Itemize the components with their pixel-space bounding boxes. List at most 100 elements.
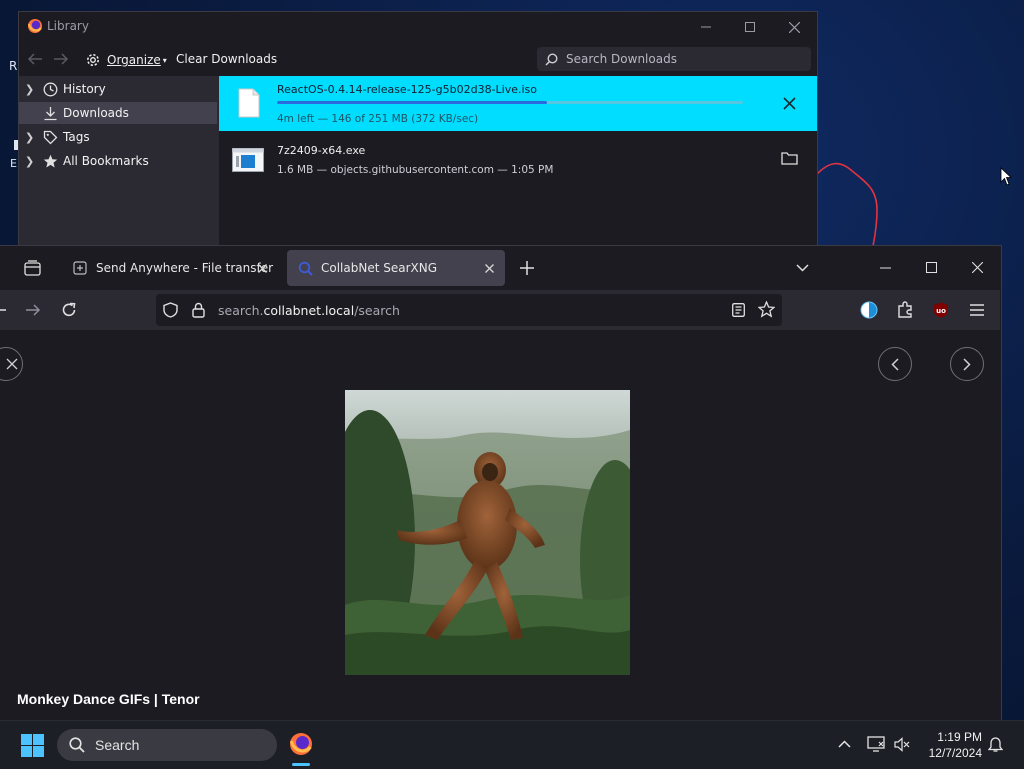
lock-icon[interactable] [192, 302, 205, 318]
desktop-icon-label: R [9, 59, 18, 73]
back-arrow-icon [0, 309, 6, 311]
taskbar: Search 1:19 PM 12/7/2024 [0, 720, 1024, 769]
chevron-right-icon[interactable]: ❯ [25, 155, 41, 168]
firefox-view-icon [24, 260, 41, 276]
red-annotation-stroke [816, 162, 878, 247]
download-status: 1.6 MB — objects.githubusercontent.com —… [277, 164, 554, 176]
active-app-indicator [292, 763, 310, 766]
gear-icon [87, 54, 99, 66]
star-outline-icon [758, 301, 775, 318]
download-progress-fill [277, 101, 548, 104]
download-icon [41, 106, 59, 121]
chevron-down-icon: ▾ [162, 55, 167, 65]
taskbar-search-box[interactable]: Search [57, 729, 277, 761]
page-content: Monkey Dance GIFs | Tenor [0, 330, 1000, 720]
account-avatar-icon[interactable] [860, 301, 878, 319]
exe-file-icon [232, 148, 264, 172]
reader-view-button[interactable] [732, 303, 745, 317]
start-button[interactable] [21, 734, 44, 757]
minimize-icon [880, 267, 891, 269]
menu-button[interactable] [970, 304, 984, 316]
ublock-origin-icon[interactable]: uo [933, 302, 949, 318]
back-arrow-icon[interactable] [27, 52, 43, 66]
shield-icon[interactable] [163, 302, 178, 318]
minimize-button[interactable] [880, 267, 891, 269]
volume-muted-icon[interactable] [894, 737, 910, 752]
maximize-icon [926, 262, 937, 273]
notifications-button[interactable] [988, 737, 1003, 753]
result-image[interactable] [345, 390, 630, 675]
star-icon [41, 154, 59, 169]
library-sidebar: ❯ History Downloads ❯ Tags ❯ All Bookmar… [19, 76, 220, 256]
tab-close-button[interactable] [254, 260, 270, 276]
system-clock[interactable]: 1:19 PM 12/7/2024 [929, 729, 982, 761]
organize-button[interactable]: Organize ▾ [85, 50, 167, 70]
searxng-favicon [297, 260, 313, 276]
firefox-view-button[interactable] [24, 260, 41, 276]
library-titlebar[interactable]: Library [19, 12, 817, 42]
close-image-viewer-button[interactable] [0, 347, 23, 381]
minimize-button[interactable] [683, 12, 729, 42]
file-icon [238, 88, 260, 118]
close-button[interactable] [771, 12, 817, 42]
organize-label: Organize [107, 53, 161, 67]
reload-icon [62, 302, 76, 317]
firefox-taskbar-button[interactable] [289, 732, 313, 756]
tab-close-button[interactable] [481, 260, 497, 276]
firefox-logo-icon [290, 733, 312, 755]
show-in-folder-button[interactable] [781, 151, 798, 165]
forward-button[interactable] [25, 303, 41, 317]
show-hidden-icons-button[interactable] [838, 740, 851, 748]
close-icon [6, 358, 18, 370]
url-bar[interactable]: search.collabnet.local/search [156, 294, 782, 326]
taskbar-search-label: Search [95, 737, 140, 753]
tab-title: CollabNet SearXNG [321, 261, 438, 275]
forward-arrow-icon[interactable] [53, 52, 69, 66]
new-tab-button[interactable] [520, 261, 534, 275]
close-icon [484, 263, 494, 273]
list-all-tabs-button[interactable] [796, 264, 809, 272]
search-downloads-input[interactable] [564, 51, 808, 67]
maximize-button[interactable] [727, 12, 773, 42]
sidebar-item-history[interactable]: ❯ History [19, 78, 217, 100]
network-icon[interactable] [867, 736, 885, 752]
desktop-icon-label: E [10, 157, 17, 170]
chevron-right-icon[interactable]: ❯ [25, 83, 41, 96]
reload-button[interactable] [61, 302, 77, 318]
url-text[interactable]: search.collabnet.local/search [218, 303, 400, 318]
sidebar-item-label: History [63, 82, 106, 96]
download-item[interactable]: ReactOS-0.4.14-release-125-g5b02d38-Live… [219, 76, 817, 131]
tab-send-anywhere[interactable]: Send Anywhere - File transfer [62, 250, 278, 286]
sidebar-item-label: All Bookmarks [63, 154, 149, 168]
sidebar-item-tags[interactable]: ❯ Tags [19, 126, 217, 148]
library-title: Library [47, 19, 89, 33]
chevron-down-icon [796, 264, 809, 272]
next-image-button[interactable] [950, 347, 984, 381]
sidebar-item-downloads[interactable]: Downloads [19, 102, 217, 124]
chevron-right-icon[interactable]: ❯ [25, 131, 41, 144]
previous-image-button[interactable] [878, 347, 912, 381]
search-icon [69, 737, 85, 753]
forward-arrow-icon [26, 304, 41, 316]
clear-downloads-button[interactable]: Clear Downloads [176, 52, 277, 66]
sidebar-item-all-bookmarks[interactable]: ❯ All Bookmarks [19, 150, 217, 172]
chevron-up-icon [838, 740, 851, 748]
plus-icon [520, 261, 534, 275]
back-button[interactable] [0, 303, 8, 317]
clock-date: 12/7/2024 [928, 746, 982, 760]
svg-text:uo: uo [936, 307, 946, 315]
library-window: Library Organize ▾ Clear Downloads ❯ [18, 11, 818, 256]
mouse-cursor-icon [1000, 167, 1013, 186]
close-icon [257, 263, 267, 273]
close-button[interactable] [972, 262, 983, 273]
close-icon [788, 21, 800, 33]
download-item[interactable]: 7z2409-x64.exe 1.6 MB — objects.githubus… [219, 134, 817, 186]
tab-collabnet-searxng[interactable]: CollabNet SearXNG [287, 250, 505, 286]
cancel-download-button[interactable] [783, 97, 796, 110]
extensions-button[interactable] [897, 301, 914, 318]
bookmark-star-button[interactable] [758, 301, 775, 318]
clock-time: 1:19 PM [937, 730, 982, 744]
search-downloads-field[interactable] [537, 47, 811, 71]
maximize-button[interactable] [926, 262, 937, 273]
image-caption[interactable]: Monkey Dance GIFs | Tenor [17, 691, 200, 707]
